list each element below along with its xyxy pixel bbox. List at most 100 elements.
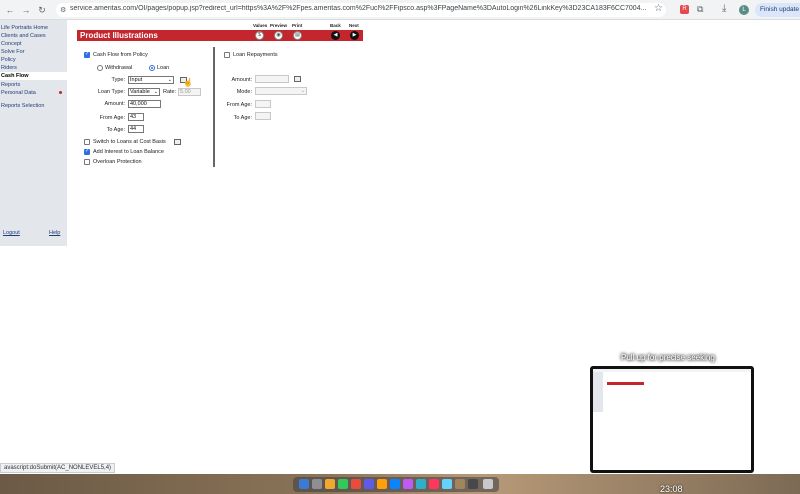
- sidebar-item-reports-selection[interactable]: Reports Selection: [0, 102, 67, 110]
- page-header: Product Illustrations: [77, 30, 363, 41]
- values-label: Values: [253, 23, 268, 28]
- sidebar-item-policy[interactable]: Policy: [0, 56, 67, 64]
- preview-frame: [593, 369, 751, 470]
- app-icon[interactable]: [364, 479, 374, 489]
- loan-type-select-value: Variable: [130, 89, 150, 95]
- sidebar-item-concept[interactable]: Concept: [0, 40, 67, 48]
- overloan-protection-checkbox[interactable]: [84, 159, 90, 165]
- reload-icon[interactable]: ↻: [36, 4, 48, 16]
- preview-label: Preview: [270, 23, 288, 28]
- app-icon[interactable]: [468, 479, 478, 489]
- finder-icon[interactable]: [299, 479, 309, 489]
- url-text: service.ameritas.com/OI/pages/popup.jsp?…: [70, 5, 647, 12]
- app-icon[interactable]: [455, 479, 465, 489]
- left-sidebar: Life Portraits Home Clients and Cases Co…: [0, 20, 67, 246]
- repay-to-age-label: To Age:: [233, 115, 252, 121]
- amount-field[interactable]: 40,000: [128, 100, 161, 108]
- repay-amount-label: Amount:: [231, 77, 252, 83]
- add-interest-checkbox[interactable]: [84, 148, 90, 155]
- messages-icon[interactable]: [338, 479, 348, 489]
- alert-dot-icon: [59, 91, 62, 94]
- repay-to-age-field[interactable]: [255, 112, 271, 120]
- cursor-hand-icon: ☝: [183, 78, 193, 87]
- withdrawal-radio[interactable]: [97, 65, 103, 71]
- logout-link[interactable]: Logout: [3, 230, 20, 236]
- repay-from-age-label: From Age:: [226, 102, 252, 108]
- chevron-down-icon: ⌄: [167, 77, 172, 83]
- extensions-puzzle-icon[interactable]: ⧉: [697, 4, 703, 15]
- chrome-icon[interactable]: [351, 479, 361, 489]
- download-icon[interactable]: ⤓: [722, 3, 726, 14]
- rate-label: Rate:: [163, 89, 177, 95]
- sidebar-item-reports[interactable]: Reports: [0, 81, 67, 89]
- repay-amount-field[interactable]: [255, 75, 289, 83]
- bookmark-star-icon[interactable]: ☆: [654, 3, 663, 14]
- loan-type-label: Loan Type:: [97, 89, 125, 95]
- app-icon[interactable]: [403, 479, 413, 489]
- withdrawal-label: Withdrawal: [105, 65, 133, 71]
- print-icon[interactable]: ▤: [293, 31, 302, 40]
- switch-to-loans-label: Switch to Loans at Cost Basis: [93, 139, 166, 145]
- trash-icon[interactable]: [483, 479, 493, 489]
- app-icon[interactable]: [442, 479, 452, 489]
- seek-preview-thumbnail[interactable]: [590, 366, 754, 473]
- type-label: Type:: [111, 77, 125, 83]
- sidebar-item-riders[interactable]: Riders: [0, 64, 67, 72]
- extension-icon[interactable]: R: [680, 5, 689, 14]
- back-button-icon[interactable]: ◀: [331, 31, 340, 40]
- type-select[interactable]: Input ⌄: [128, 76, 174, 84]
- app-icon[interactable]: [377, 479, 387, 489]
- type-select-value: Input: [130, 77, 143, 83]
- dock: [293, 477, 499, 492]
- chevron-down-icon: ⌄: [153, 89, 158, 95]
- help-link[interactable]: Help: [49, 230, 60, 236]
- print-label: Print: [292, 23, 303, 28]
- site-settings-icon[interactable]: ⚙: [60, 6, 66, 14]
- profile-avatar[interactable]: L: [739, 5, 749, 15]
- calculator-icon[interactable]: [174, 139, 181, 145]
- loan-radio[interactable]: [149, 65, 155, 71]
- calculator-icon[interactable]: [294, 76, 301, 82]
- sidebar-item-personal-data[interactable]: Personal Data: [0, 89, 67, 97]
- app-icon[interactable]: [416, 479, 426, 489]
- launchpad-icon[interactable]: [312, 479, 322, 489]
- preview-icon[interactable]: ◉: [274, 31, 283, 40]
- seek-indicator-icon: [616, 355, 620, 359]
- loan-label: Loan: [157, 65, 170, 71]
- add-interest-label: Add Interest to Loan Balance: [93, 149, 164, 155]
- next-button-icon[interactable]: ▶: [350, 31, 359, 40]
- repay-from-age-field[interactable]: [255, 100, 271, 108]
- back-arrow-icon[interactable]: ←: [4, 4, 16, 16]
- overloan-protection-label: Overloan Protection: [93, 159, 142, 165]
- seek-hint: Pull up for precise seeking: [621, 353, 715, 362]
- app-icon[interactable]: [325, 479, 335, 489]
- next-label: Next: [349, 23, 359, 28]
- loan-type-select[interactable]: Variable ⌄: [128, 88, 160, 96]
- loan-repayments-checkbox[interactable]: [224, 52, 230, 58]
- app-icon[interactable]: [429, 479, 439, 489]
- preview-toolbar: [593, 369, 751, 372]
- from-age-field[interactable]: 43: [128, 113, 144, 121]
- page-title: Product Illustrations: [80, 31, 158, 40]
- to-age-label: To Age:: [106, 127, 125, 133]
- chevron-down-icon: ⌄: [300, 88, 305, 94]
- rate-field[interactable]: 5.00: [178, 88, 201, 96]
- preview-sidebar: [593, 372, 603, 412]
- sidebar-item-solve-for[interactable]: Solve For: [0, 48, 67, 56]
- cash-flow-from-policy-checkbox[interactable]: [84, 51, 90, 58]
- app-icon[interactable]: [390, 479, 400, 489]
- to-age-field[interactable]: 44: [128, 125, 144, 133]
- sidebar-item-cash-flow[interactable]: Cash Flow: [0, 72, 67, 80]
- sidebar-item-life-portraits-home[interactable]: Life Portraits Home: [0, 24, 67, 32]
- address-bar[interactable]: ⚙ service.ameritas.com/OI/pages/popup.js…: [56, 3, 666, 17]
- sidebar-item-label: Personal Data: [1, 90, 36, 96]
- finish-update-button[interactable]: Finish update: [755, 3, 800, 17]
- loan-repayments-label: Loan Repayments: [233, 52, 278, 58]
- forward-arrow-icon[interactable]: →: [20, 4, 32, 16]
- status-bar-url: avascript:doSubmit(AC_NONLEVEL5,4): [0, 463, 116, 473]
- repay-mode-select[interactable]: ⌄: [255, 87, 307, 95]
- switch-to-loans-checkbox[interactable]: [84, 139, 90, 145]
- sidebar-item-clients-and-cases[interactable]: Clients and Cases: [0, 32, 67, 40]
- amount-label: Amount:: [104, 101, 125, 107]
- values-icon[interactable]: $: [255, 31, 264, 40]
